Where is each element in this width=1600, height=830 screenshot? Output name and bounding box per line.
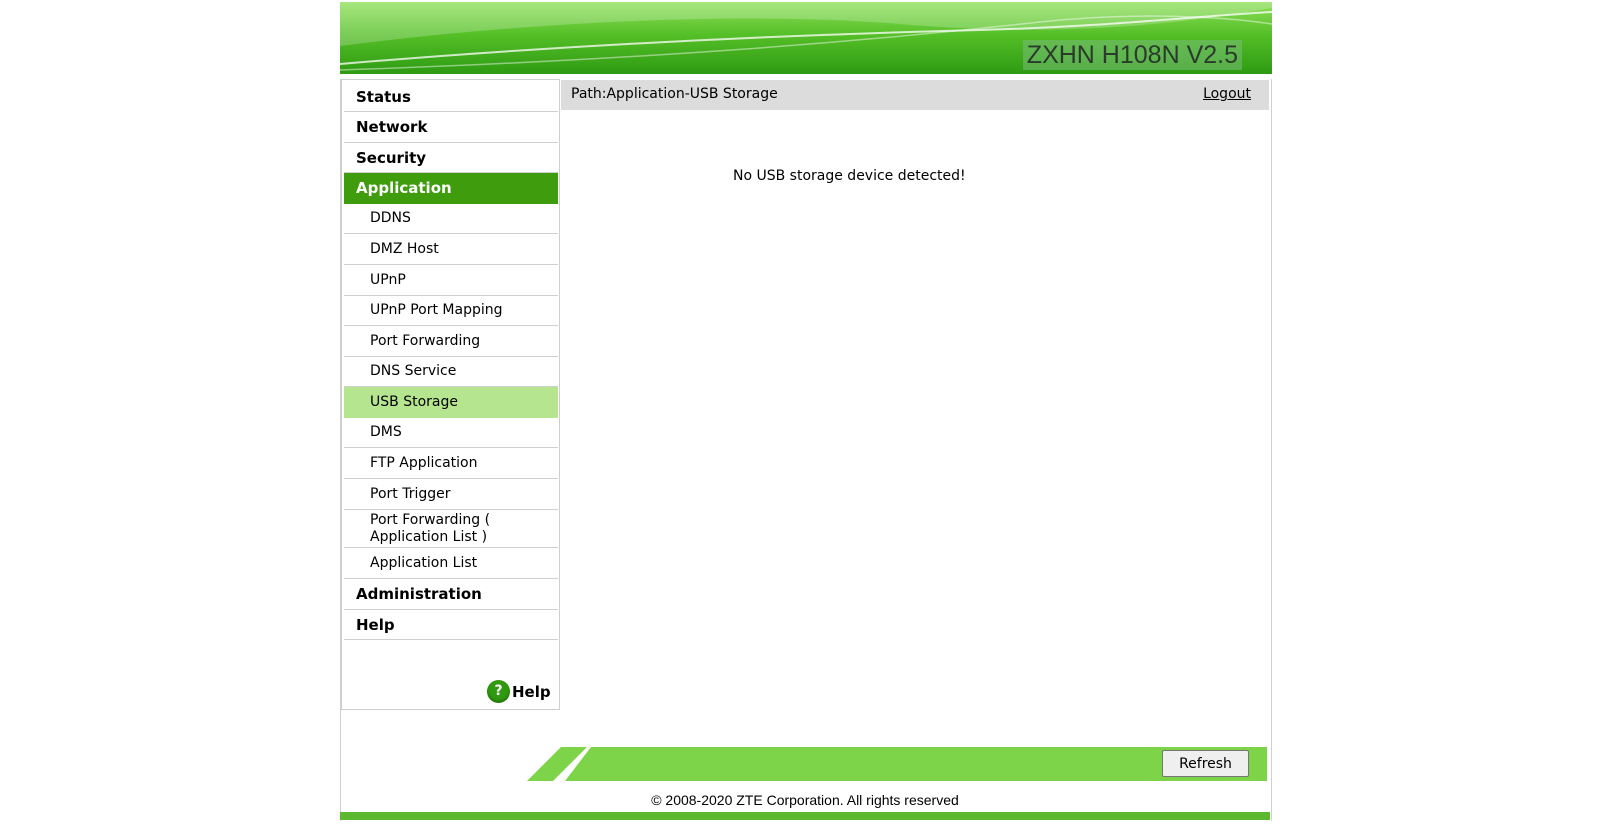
menu-label: Security <box>356 148 427 167</box>
submenu-label: Port Forwarding ( Application List ) <box>370 511 491 545</box>
menu-label: Application <box>356 179 452 197</box>
submenu-dms[interactable]: DMS <box>344 418 558 448</box>
submenu-upnp[interactable]: UPnP <box>344 265 558 296</box>
submenu-port-forwarding-application-list[interactable]: Port Forwarding ( Application List ) <box>344 510 558 548</box>
submenu-label: Port Trigger <box>370 485 451 502</box>
menu-label: Help <box>356 615 395 634</box>
menu-label: Status <box>356 87 411 106</box>
logout-link[interactable]: Logout <box>1203 86 1251 102</box>
submenu-label: DMZ Host <box>370 240 439 257</box>
path-bar: Path:Application-USB Storage Logout <box>561 80 1269 110</box>
copyright-text: © 2008-2020 ZTE Corporation. All rights … <box>651 792 959 808</box>
submenu-label: FTP Application <box>370 454 478 471</box>
submenu-dmz-host[interactable]: DMZ Host <box>344 234 558 265</box>
menu-network[interactable]: Network <box>344 112 558 143</box>
submenu-label: UPnP <box>370 271 406 288</box>
submenu-port-forwarding[interactable]: Port Forwarding <box>344 326 558 357</box>
submenu-label: Application List <box>370 554 478 571</box>
help-link-label: Help <box>512 682 551 701</box>
submenu-label: UPnP Port Mapping <box>370 302 503 318</box>
footer-bar <box>527 747 1267 781</box>
menu-administration[interactable]: Administration <box>344 579 558 610</box>
breadcrumb: Path:Application-USB Storage <box>571 86 778 102</box>
submenu-label: Port Forwarding <box>370 332 481 349</box>
model-title: ZXHN H108N V2.5 <box>1022 40 1242 70</box>
bottom-stripe <box>340 812 1270 820</box>
submenu-label: DNS Service <box>370 363 457 379</box>
submenu-ddns[interactable]: DDNS <box>344 204 558 234</box>
menu-help[interactable]: Help <box>344 610 558 640</box>
menu-label: Network <box>356 118 428 136</box>
help-icon: ? <box>487 680 510 703</box>
submenu-port-trigger[interactable]: Port Trigger <box>344 479 558 510</box>
refresh-button[interactable]: Refresh <box>1162 750 1249 777</box>
help-link[interactable]: ? Help <box>487 680 551 703</box>
submenu-upnp-port-mapping[interactable]: UPnP Port Mapping <box>344 296 558 326</box>
submenu-usb-storage[interactable]: USB Storage <box>344 387 558 418</box>
menu-security[interactable]: Security <box>344 143 558 173</box>
submenu-ftp-application[interactable]: FTP Application <box>344 448 558 479</box>
menu-application[interactable]: Application <box>344 173 558 204</box>
sidebar-menu: Status Network Security Application DDNS… <box>341 79 560 710</box>
menu-status[interactable]: Status <box>344 82 558 112</box>
submenu-dns-service[interactable]: DNS Service <box>344 357 558 387</box>
status-message: No USB storage device detected! <box>733 168 966 184</box>
submenu-label: DDNS <box>370 210 411 226</box>
submenu-label: USB Storage <box>370 393 458 410</box>
submenu-label: DMS <box>370 424 402 440</box>
header-banner: ZXHN H108N V2.5 <box>340 2 1272 74</box>
menu-label: Administration <box>356 585 482 603</box>
submenu-application-list[interactable]: Application List <box>344 548 558 579</box>
